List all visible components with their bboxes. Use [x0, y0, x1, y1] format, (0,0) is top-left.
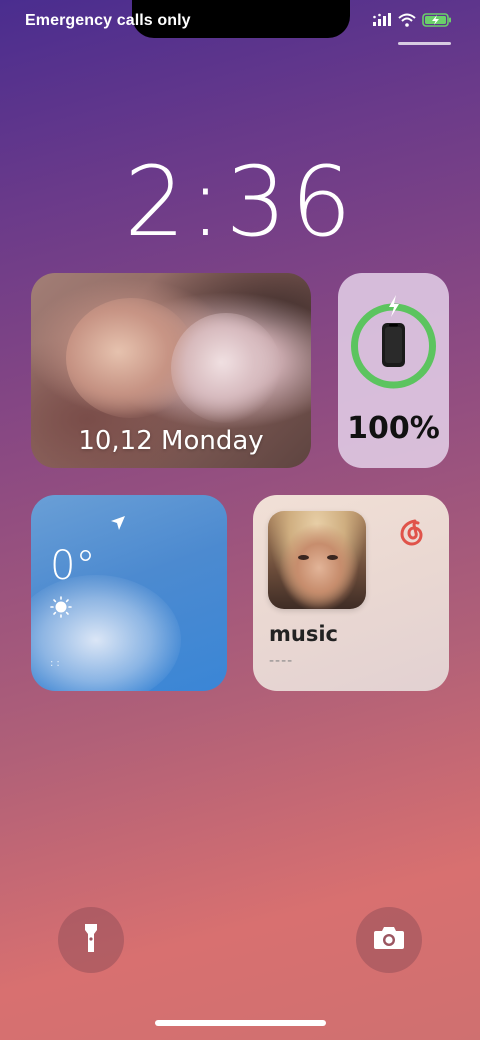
flashlight-icon [84, 923, 98, 957]
signal-icon [372, 12, 392, 31]
carrier-status: Emergency calls only [25, 12, 191, 29]
status-icons [372, 12, 452, 31]
photo-flower [171, 313, 281, 423]
battery-charging-icon [422, 12, 452, 31]
flashlight-button[interactable] [58, 907, 124, 973]
track-artist: ---- [269, 653, 294, 669]
battery-widget[interactable]: 100% [338, 273, 449, 468]
battery-ring [351, 295, 436, 389]
camera-icon [373, 926, 405, 954]
date-label: 10,12 Monday [78, 426, 264, 456]
control-center-handle[interactable] [398, 42, 451, 45]
charging-bolt-icon [389, 295, 399, 317]
sun-icon [50, 596, 72, 622]
weather-cloud-haze [31, 575, 181, 691]
music-widget[interactable]: music ---- [253, 495, 449, 691]
battery-percent: 100% [347, 411, 440, 446]
phone-icon [382, 323, 405, 367]
weather-widget[interactable]: 0° :: [31, 495, 227, 691]
location-arrow-icon [110, 515, 126, 535]
camera-button[interactable] [356, 907, 422, 973]
album-cover[interactable] [268, 511, 366, 609]
photo-widget[interactable]: 10,12 Monday [31, 273, 311, 468]
track-title: music [269, 622, 338, 646]
temperature: 0° [50, 543, 96, 589]
home-indicator[interactable] [155, 1020, 326, 1026]
netease-music-icon[interactable] [397, 517, 427, 551]
wifi-icon [398, 12, 416, 31]
lock-clock: 2:36 [124, 146, 356, 258]
weather-footer: :: [50, 658, 63, 669]
